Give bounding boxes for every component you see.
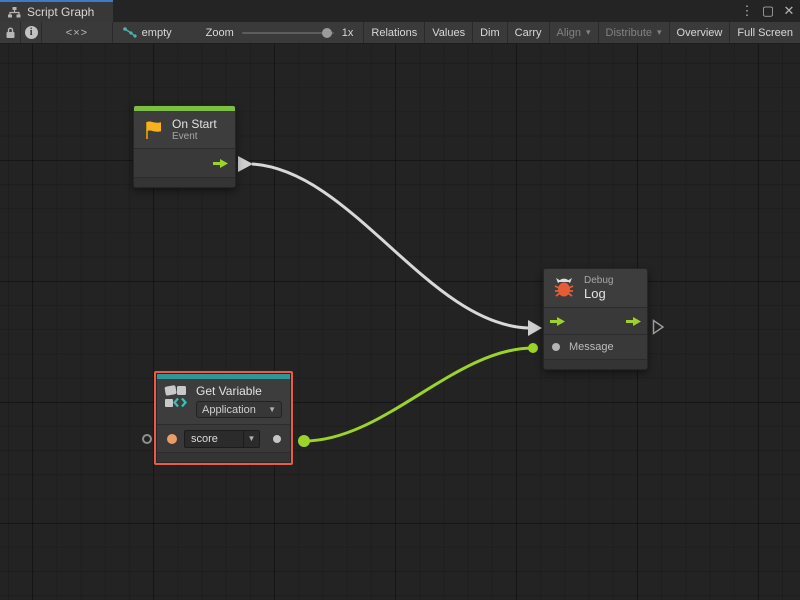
selection-outline: Get Variable Application ▼ score ▼	[154, 371, 293, 465]
zoom-slider-handle[interactable]	[322, 28, 332, 38]
value-wire-end-dot	[528, 343, 538, 353]
variable-scope-value: Application	[202, 404, 256, 416]
graph-canvas[interactable]: On Start Event	[0, 44, 800, 600]
on-start-header: On Start Event	[134, 111, 235, 148]
lock-button[interactable]	[0, 22, 21, 43]
get-variable-footer	[157, 452, 290, 462]
zoom-slider[interactable]	[242, 32, 334, 34]
variable-inline-dot	[273, 435, 281, 443]
align-dropdown[interactable]: Align	[550, 22, 599, 43]
kebab-menu-icon[interactable]: ⋮	[740, 0, 754, 22]
graph-toolbar: i <×> empty Zoom 1x Relations Values Dim	[0, 22, 800, 44]
relations-button[interactable]: Relations	[364, 22, 425, 43]
window-controls: ⋮ ▢ ✕	[740, 0, 796, 22]
graph-source-label: empty	[142, 27, 172, 39]
lock-icon	[5, 27, 16, 39]
variable-output-port[interactable]	[298, 435, 310, 447]
debug-log-exec-row	[544, 307, 647, 334]
get-variable-port-row: score ▼	[157, 424, 290, 452]
exec-input-port[interactable]	[550, 317, 565, 326]
get-variable-icon	[164, 384, 189, 409]
wire-start-arrowhead	[238, 156, 253, 172]
variable-scope-dropdown[interactable]: Application ▼	[196, 401, 282, 418]
dim-button[interactable]: Dim	[473, 22, 508, 43]
debug-log-title: Log	[584, 286, 613, 301]
variable-name-input[interactable]: score	[184, 430, 244, 448]
code-preview-button[interactable]: <×>	[42, 22, 112, 43]
debug-log-message-row: Message	[544, 334, 647, 359]
node-get-variable[interactable]: Get Variable Application ▼ score ▼	[156, 373, 291, 463]
get-variable-title: Get Variable	[196, 384, 282, 398]
message-port-label: Message	[569, 341, 614, 353]
exec-continuation-arrow	[652, 319, 665, 335]
graph-asset-icon	[123, 27, 137, 39]
flag-icon	[142, 119, 164, 141]
exec-wire[interactable]	[252, 164, 528, 328]
tab-script-graph[interactable]: Script Graph	[0, 0, 113, 22]
get-variable-header: Get Variable Application ▼	[157, 379, 290, 424]
close-icon[interactable]: ✕	[782, 0, 796, 22]
connection-wires	[0, 44, 800, 600]
node-debug-log[interactable]: Debug Log Message	[543, 268, 648, 370]
on-start-port-row	[134, 148, 235, 177]
debug-log-category: Debug	[584, 275, 613, 286]
info-icon: i	[25, 26, 38, 39]
graph-tab-icon	[8, 7, 21, 18]
value-wire[interactable]	[304, 348, 533, 441]
wire-end-arrowhead	[528, 320, 542, 336]
overview-button[interactable]: Overview	[670, 22, 731, 43]
toolbar-buttons: Relations Values Dim Carry Align Distrib…	[363, 22, 800, 43]
exec-output-port[interactable]	[213, 159, 228, 168]
code-icon: <×>	[66, 27, 88, 39]
script-graph-window: Script Graph ⋮ ▢ ✕ i <×>	[0, 0, 800, 600]
debug-log-header: Debug Log	[544, 269, 647, 307]
tab-title: Script Graph	[27, 5, 94, 19]
fullscreen-button[interactable]: Full Screen	[730, 22, 800, 43]
title-bar: Script Graph ⋮ ▢ ✕	[0, 0, 800, 22]
carry-button[interactable]: Carry	[508, 22, 550, 43]
values-button[interactable]: Values	[425, 22, 473, 43]
message-input-port[interactable]	[552, 343, 560, 351]
info-button[interactable]: i	[21, 22, 42, 43]
variable-picker-button[interactable]: ▼	[244, 430, 260, 448]
graph-source-chip[interactable]: empty	[113, 22, 182, 43]
on-start-footer	[134, 177, 235, 187]
variable-name-input-port[interactable]	[167, 434, 177, 444]
unconnected-value-port[interactable]	[142, 434, 152, 444]
on-start-title: On Start	[172, 117, 217, 131]
zoom-control: Zoom 1x	[182, 22, 364, 43]
node-on-start[interactable]: On Start Event	[133, 105, 236, 188]
zoom-label: Zoom	[206, 27, 234, 39]
variable-name-field: score ▼	[184, 430, 260, 448]
bug-icon	[552, 277, 576, 299]
zoom-value: 1x	[342, 27, 354, 39]
distribute-dropdown[interactable]: Distribute	[599, 22, 670, 43]
maximize-icon[interactable]: ▢	[761, 0, 775, 22]
exec-output-port[interactable]	[626, 317, 641, 326]
debug-log-footer	[544, 359, 647, 369]
on-start-subtitle: Event	[172, 131, 217, 142]
chevron-down-icon: ▼	[268, 405, 276, 414]
